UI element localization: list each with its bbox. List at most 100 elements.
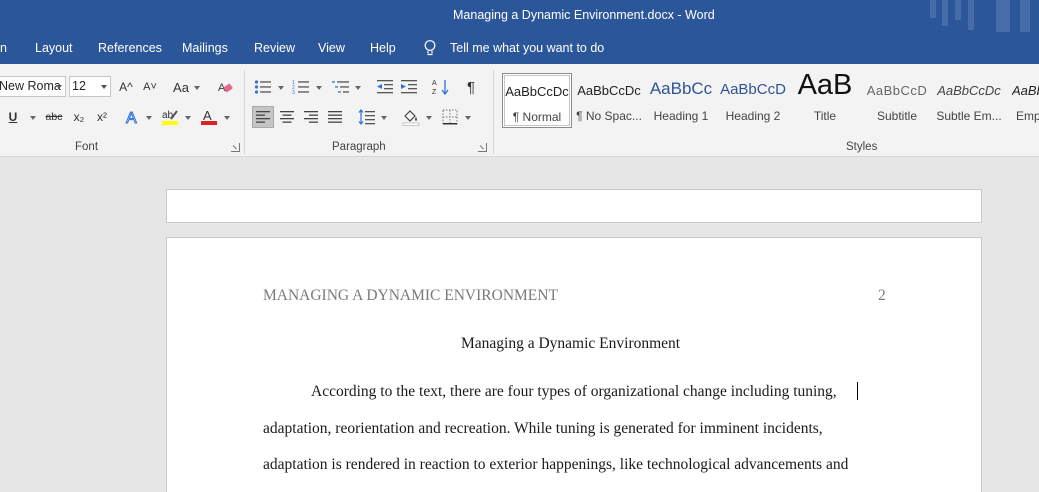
shrink-font-button[interactable]: A˅ (139, 76, 161, 98)
paragraph-line[interactable]: adaptation, reorientation and recreation… (263, 420, 823, 438)
style-normal[interactable]: AaBbCcDc ¶ Normal (502, 73, 572, 128)
justify-button[interactable] (324, 106, 346, 128)
shading-button[interactable] (400, 106, 422, 128)
chevron-down-icon[interactable] (381, 116, 387, 120)
chevron-down-icon[interactable] (146, 116, 152, 120)
ribbon: New Roma 12 A^ A˅ Aa A U abc x₂ x² A ab … (0, 64, 1039, 157)
tell-me-search[interactable]: Tell me what you want to do (450, 41, 604, 55)
text-effects-button[interactable]: A (122, 106, 144, 128)
numbered-list-icon: 1 2 3 (292, 80, 309, 95)
paragraph-dialog-launcher[interactable] (478, 143, 487, 152)
group-divider (244, 70, 245, 154)
borders-button[interactable] (439, 106, 461, 128)
chevron-down-icon[interactable] (194, 86, 200, 90)
previous-page[interactable] (166, 189, 982, 223)
running-head[interactable]: MANAGING A DYNAMIC ENVIRONMENT (263, 287, 558, 305)
align-left-button[interactable] (252, 106, 274, 128)
style-title[interactable]: AaB Title (790, 69, 860, 128)
grow-font-button[interactable]: A^ (115, 76, 137, 98)
tab-references[interactable]: References (98, 41, 162, 55)
document-page[interactable]: MANAGING A DYNAMIC ENVIRONMENT 2 Managin… (166, 237, 982, 492)
decrease-indent-button[interactable] (374, 76, 396, 98)
tab-layout[interactable]: Layout (35, 41, 73, 55)
chevron-down-icon[interactable] (278, 86, 284, 90)
style-name: Heading 1 (653, 109, 709, 123)
align-center-button[interactable] (276, 106, 298, 128)
show-formatting-button[interactable]: ¶ (460, 76, 482, 98)
style-name: Heading 2 (725, 109, 781, 123)
style-subtle-emphasis[interactable]: AaBbCcDc Subtle Em... (934, 73, 1004, 128)
change-case-label: Aa (173, 79, 189, 95)
group-divider (493, 70, 494, 154)
paint-bucket-icon (402, 110, 420, 126)
decrease-indent-icon (377, 80, 393, 94)
style-name: Title (813, 109, 837, 123)
tab-review[interactable]: Review (254, 41, 295, 55)
chevron-down-icon[interactable] (426, 116, 432, 120)
line-spacing-icon (358, 109, 375, 125)
font-size-combo[interactable]: 12 (69, 76, 111, 97)
style-preview: AaBb (1012, 83, 1039, 98)
svg-text:3: 3 (292, 90, 295, 95)
title-bar-pattern (1020, 0, 1030, 32)
highlight-button[interactable]: ab (159, 106, 181, 128)
style-no-spacing[interactable]: AaBbCcDc ¶ No Spac... (574, 73, 644, 128)
style-preview: AaBbCcD (720, 81, 786, 98)
pilcrow-icon: ¶ (466, 78, 476, 96)
eraser-icon: A (218, 82, 233, 94)
lightbulb-icon[interactable] (422, 39, 438, 57)
style-name: ¶ No Spac... (576, 109, 642, 123)
style-preview: AaB (797, 69, 853, 101)
highlighter-icon: ab (162, 110, 178, 125)
chevron-down-icon[interactable] (465, 116, 471, 120)
underline-button[interactable]: U (4, 106, 22, 128)
svg-text:A: A (203, 108, 212, 123)
chevron-down-icon[interactable] (316, 86, 322, 90)
subscript-button[interactable]: x₂ (68, 106, 90, 128)
multilevel-list-button[interactable] (330, 76, 352, 98)
chevron-down-icon[interactable] (185, 116, 191, 120)
font-family-combo[interactable]: New Roma (0, 76, 66, 97)
tab-view[interactable]: View (318, 41, 345, 55)
sort-button[interactable]: A Z (430, 76, 452, 98)
font-dialog-launcher[interactable] (231, 143, 240, 152)
style-emphasis[interactable]: AaBb Emp (1006, 73, 1039, 128)
chevron-down-icon[interactable] (30, 116, 36, 120)
style-subtitle[interactable]: AaBbCcD Subtitle (862, 73, 932, 128)
increase-indent-button[interactable] (398, 76, 420, 98)
strikethrough-button[interactable]: abc (42, 106, 66, 128)
page-number[interactable]: 2 (878, 287, 886, 305)
document-canvas[interactable]: MANAGING A DYNAMIC ENVIRONMENT 2 Managin… (0, 157, 1039, 492)
font-group-label: Font (75, 141, 99, 153)
bullets-button[interactable] (252, 76, 274, 98)
bullet-list-icon (254, 80, 271, 94)
font-color-button[interactable]: A (198, 106, 220, 128)
document-heading[interactable]: Managing a Dynamic Environment (461, 335, 680, 353)
change-case-button[interactable]: Aa (168, 76, 194, 98)
style-heading-1[interactable]: AaBbCc Heading 1 (646, 73, 716, 128)
tab-design[interactable]: n (0, 41, 7, 55)
chevron-down-icon[interactable] (355, 86, 361, 90)
line-spacing-button[interactable] (356, 106, 378, 128)
superscript-button[interactable]: x² (91, 106, 113, 128)
subscript-label: x₂ (73, 110, 85, 124)
clear-formatting-button[interactable]: A (214, 76, 236, 98)
shrink-font-label: A˅ (143, 81, 157, 93)
grow-font-label: A^ (119, 80, 133, 94)
svg-text:A: A (126, 110, 137, 126)
paragraph-line[interactable]: According to the text, there are four ty… (311, 383, 837, 401)
paragraph-line[interactable]: adaptation is rendered in reaction to ex… (263, 456, 848, 474)
tab-help[interactable]: Help (370, 41, 396, 55)
increase-indent-icon (401, 80, 417, 94)
text-cursor (857, 382, 858, 400)
tab-mailings[interactable]: Mailings (182, 41, 228, 55)
align-right-button[interactable] (300, 106, 322, 128)
chevron-down-icon[interactable] (224, 116, 230, 120)
font-family-value: New Roma (0, 79, 61, 93)
title-bar-pattern (955, 0, 961, 20)
font-color-icon: A (201, 108, 217, 125)
style-heading-2[interactable]: AaBbCcD Heading 2 (718, 73, 788, 128)
numbering-button[interactable]: 1 2 3 (290, 76, 312, 98)
svg-text:A: A (432, 80, 437, 87)
borders-icon (442, 109, 458, 125)
